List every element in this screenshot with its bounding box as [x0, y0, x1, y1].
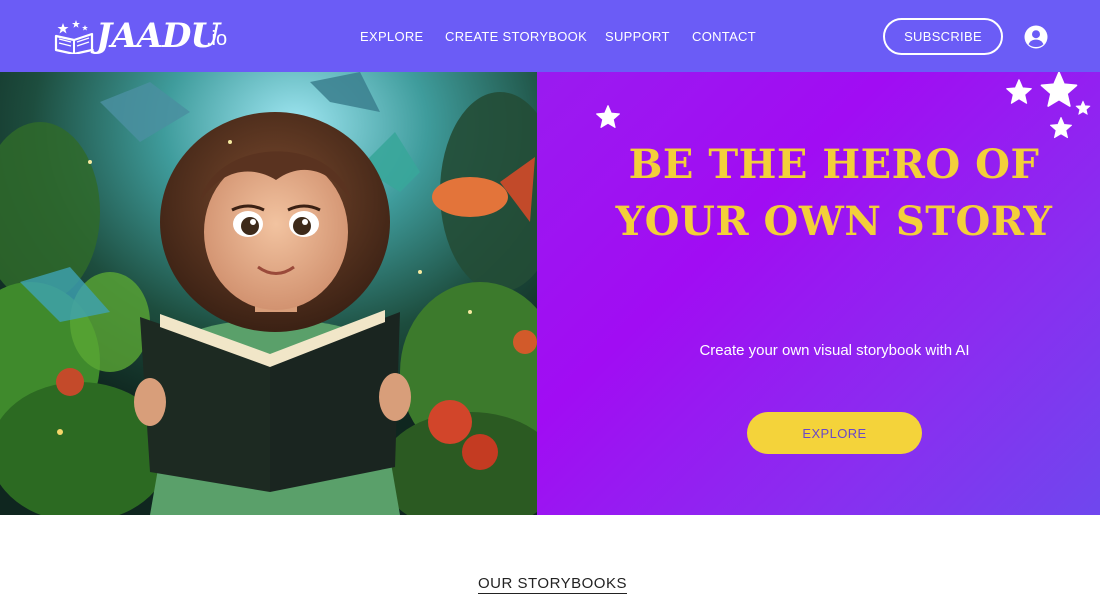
- subscribe-label: SUBSCRIBE: [904, 29, 982, 44]
- nav-contact[interactable]: CONTACT: [692, 29, 756, 44]
- logo-wordmark: JAADU: [96, 16, 220, 56]
- site-logo[interactable]: JAADU .io: [54, 14, 244, 60]
- star-icon: [596, 105, 620, 128]
- star-icon: [1075, 100, 1091, 115]
- hero-panel: BE THE HERO OF YOUR OWN STORY Create you…: [537, 72, 1100, 515]
- explore-cta-button[interactable]: EXPLORE: [747, 412, 922, 454]
- account-circle-icon[interactable]: [1024, 25, 1048, 49]
- nav-create-storybook[interactable]: CREATE STORYBOOK: [445, 29, 587, 44]
- site-header: JAADU .io EXPLORE CREATE STORYBOOK SUPPO…: [0, 0, 1100, 72]
- star-icon: [1006, 79, 1032, 104]
- girl-reading-book-illustration: [0, 72, 537, 515]
- nav-explore[interactable]: EXPLORE: [360, 29, 424, 44]
- hero-illustration: [0, 72, 537, 515]
- nav-support[interactable]: SUPPORT: [605, 29, 670, 44]
- subscribe-button[interactable]: SUBSCRIBE: [883, 18, 1003, 55]
- hero-subtitle: Create your own visual storybook with AI: [699, 342, 970, 359]
- star-icon: [1040, 72, 1078, 107]
- explore-cta-label: EXPLORE: [802, 425, 867, 441]
- hero-title: BE THE HERO OF YOUR OWN STORY: [615, 141, 1053, 245]
- logo-domain-suffix: .io: [206, 28, 228, 50]
- open-book-icon: [54, 20, 94, 54]
- our-storybooks-heading[interactable]: OUR STORYBOOKS: [478, 575, 627, 594]
